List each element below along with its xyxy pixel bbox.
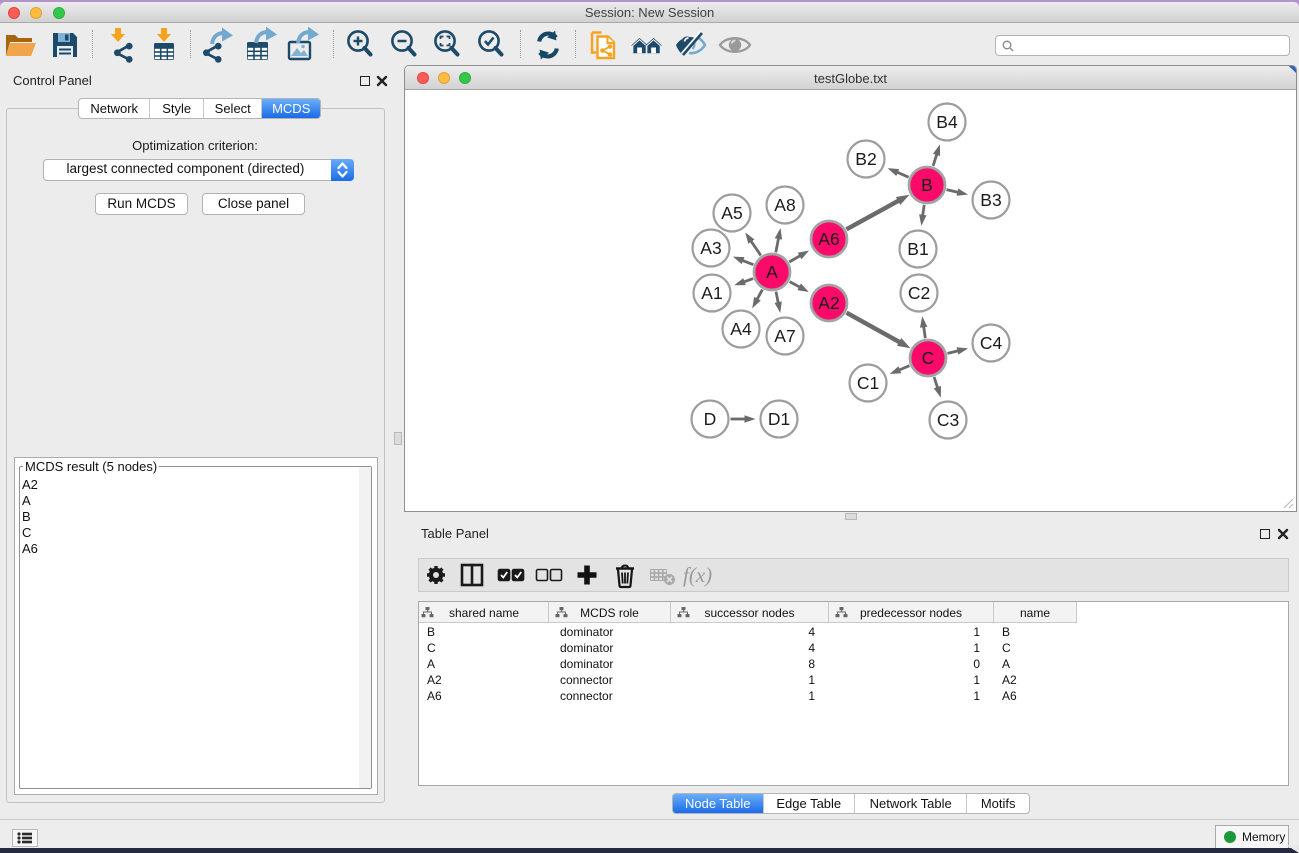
svg-text:B3: B3	[980, 190, 1001, 210]
svg-text:A2: A2	[818, 293, 839, 313]
svg-text:A7: A7	[774, 326, 795, 346]
svg-text:A: A	[766, 262, 778, 282]
svg-text:C3: C3	[937, 410, 959, 430]
svg-text:B2: B2	[855, 149, 876, 169]
svg-text:f(x): f(x)	[683, 563, 712, 587]
svg-text:A5: A5	[721, 203, 742, 223]
svg-text:C4: C4	[980, 333, 1003, 353]
svg-text:C1: C1	[857, 373, 879, 393]
svg-text:D1: D1	[768, 409, 790, 429]
svg-text:A6: A6	[818, 229, 839, 249]
svg-text:A4: A4	[730, 319, 752, 339]
svg-text:B4: B4	[936, 112, 958, 132]
svg-text:B: B	[921, 175, 933, 195]
svg-text:C: C	[922, 348, 935, 368]
svg-text:A1: A1	[701, 283, 722, 303]
svg-text:D: D	[704, 409, 717, 429]
svg-text:A3: A3	[700, 238, 721, 258]
svg-text:C2: C2	[908, 283, 930, 303]
svg-text:B1: B1	[907, 239, 928, 259]
svg-text:A8: A8	[774, 195, 795, 215]
